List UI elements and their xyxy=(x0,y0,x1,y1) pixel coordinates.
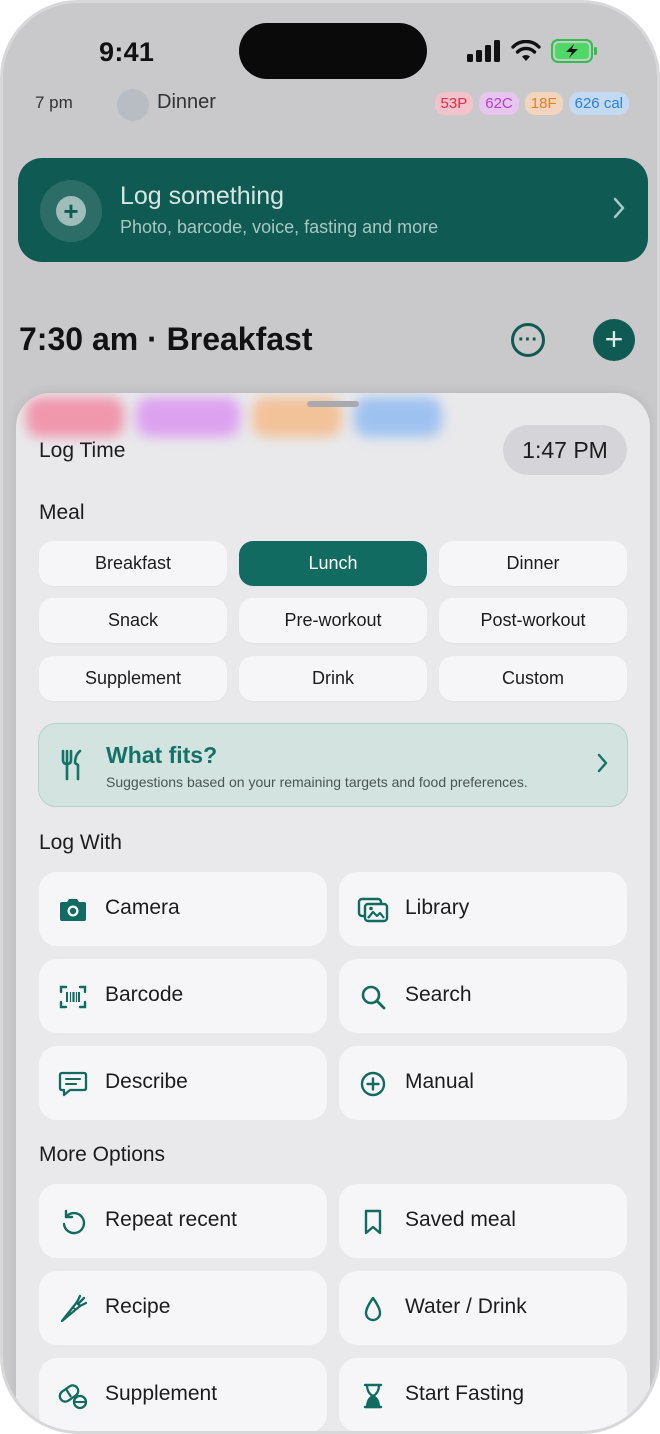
protein-badge: 53P xyxy=(434,92,474,115)
bookmark-icon xyxy=(357,1206,389,1238)
meal-chip-post-workout[interactable]: Post-workout xyxy=(439,598,627,643)
breakfast-section-title: 7:30 am · Breakfast xyxy=(19,321,313,357)
camera-icon xyxy=(57,894,89,926)
chevron-right-icon xyxy=(613,197,625,219)
cellular-signal-icon xyxy=(467,40,500,62)
hourglass-icon xyxy=(357,1380,389,1412)
plus-circle-icon xyxy=(357,1068,389,1100)
what-fits-subtitle: Suggestions based on your remaining targ… xyxy=(106,774,528,790)
library-button[interactable]: Library xyxy=(339,872,627,946)
recipe-button[interactable]: Recipe xyxy=(39,1271,327,1345)
dynamic-island xyxy=(239,23,427,79)
meal-chip-supplement[interactable]: Supplement xyxy=(39,656,227,701)
dinner-macros: 53P 62C 18F 626 cal xyxy=(434,92,629,115)
blurred-carbs-chip xyxy=(136,397,240,437)
meal-chip-drink[interactable]: Drink xyxy=(239,656,427,701)
water-drink-label: Water / Drink xyxy=(405,1295,527,1318)
library-label: Library xyxy=(405,896,470,919)
photo-library-icon xyxy=(357,894,389,926)
dinner-label: Dinner xyxy=(157,91,216,113)
carbs-badge: 62C xyxy=(479,92,519,115)
supplement-button[interactable]: Supplement xyxy=(39,1358,327,1431)
meal-chip-breakfast[interactable]: Breakfast xyxy=(39,541,227,586)
describe-label: Describe xyxy=(105,1070,188,1093)
supplement-label: Supplement xyxy=(105,1382,218,1405)
camera-button[interactable]: Camera xyxy=(39,872,327,946)
start-fasting-label: Start Fasting xyxy=(405,1382,525,1405)
what-fits-title: What fits? xyxy=(106,742,218,768)
water-drink-button[interactable]: Water / Drink xyxy=(339,1271,627,1345)
meal-label: Meal xyxy=(39,501,85,524)
log-time-label: Log Time xyxy=(39,439,126,462)
pill-icon xyxy=(57,1380,89,1412)
fat-badge: 18F xyxy=(524,92,563,115)
describe-button[interactable]: Describe xyxy=(39,1046,327,1120)
repeat-icon xyxy=(57,1206,89,1238)
water-drop-icon xyxy=(357,1293,389,1325)
search-button[interactable]: Search xyxy=(339,959,627,1033)
barcode-label: Barcode xyxy=(105,983,184,1006)
saved-meal-button[interactable]: Saved meal xyxy=(339,1184,627,1258)
barcode-button[interactable]: Barcode xyxy=(39,959,327,1033)
log-banner-subtitle: Photo, barcode, voice, fasting and more xyxy=(120,217,439,237)
phone-screen: 9:41 7 pm Dinner 53P 62C 18F 626 cal + L… xyxy=(0,0,660,1434)
dinner-time: 7 pm xyxy=(35,93,73,112)
camera-label: Camera xyxy=(105,896,180,919)
recipe-label: Recipe xyxy=(105,1295,171,1318)
meal-chip-pre-workout[interactable]: Pre-workout xyxy=(239,598,427,643)
meal-chip-custom[interactable]: Custom xyxy=(439,656,627,701)
log-food-sheet: Log Time 1:47 PM Meal Breakfast Lunch Di… xyxy=(16,393,650,1431)
meal-chip-dinner[interactable]: Dinner xyxy=(439,541,627,586)
saved-meal-label: Saved meal xyxy=(405,1208,516,1231)
log-something-banner[interactable]: + Log something Photo, barcode, voice, f… xyxy=(18,158,648,262)
blurred-calories-chip xyxy=(354,397,442,437)
more-options-label: More Options xyxy=(39,1143,166,1166)
start-fasting-button[interactable]: Start Fasting xyxy=(339,1358,627,1431)
what-fits-card[interactable]: What fits? Suggestions based on your rem… xyxy=(38,723,628,807)
fork-knife-icon xyxy=(61,749,82,781)
manual-label: Manual xyxy=(405,1070,474,1093)
repeat-recent-label: Repeat recent xyxy=(105,1208,237,1231)
plus-icon: + xyxy=(56,196,86,226)
status-time: 9:41 xyxy=(99,37,155,67)
utensils-icon xyxy=(117,89,149,121)
meal-chip-snack[interactable]: Snack xyxy=(39,598,227,643)
dinner-entry-row[interactable]: 7 pm Dinner 53P 62C 18F 626 cal xyxy=(35,89,635,121)
search-label: Search xyxy=(405,983,472,1006)
meal-chip-lunch[interactable]: Lunch xyxy=(239,541,427,586)
blurred-protein-chip xyxy=(26,397,124,437)
chevron-right-icon xyxy=(597,753,608,773)
log-time-picker[interactable]: 1:47 PM xyxy=(503,425,627,475)
wifi-icon xyxy=(511,40,541,61)
chat-bubble-icon xyxy=(57,1068,89,1100)
log-banner-title: Log something xyxy=(120,182,285,210)
manual-button[interactable]: Manual xyxy=(339,1046,627,1120)
battery-charging-icon xyxy=(551,39,597,63)
repeat-recent-button[interactable]: Repeat recent xyxy=(39,1184,327,1258)
calories-badge: 626 cal xyxy=(568,92,629,115)
sheet-grabber[interactable] xyxy=(307,401,359,407)
carrot-icon xyxy=(57,1293,89,1325)
add-food-button[interactable]: + xyxy=(593,319,635,361)
search-icon xyxy=(357,981,389,1013)
status-icons xyxy=(467,39,599,63)
more-options-icon[interactable]: ··· xyxy=(511,323,545,357)
log-with-label: Log With xyxy=(39,831,122,854)
barcode-icon xyxy=(57,981,89,1013)
log-banner-icon-circle: + xyxy=(40,180,102,242)
